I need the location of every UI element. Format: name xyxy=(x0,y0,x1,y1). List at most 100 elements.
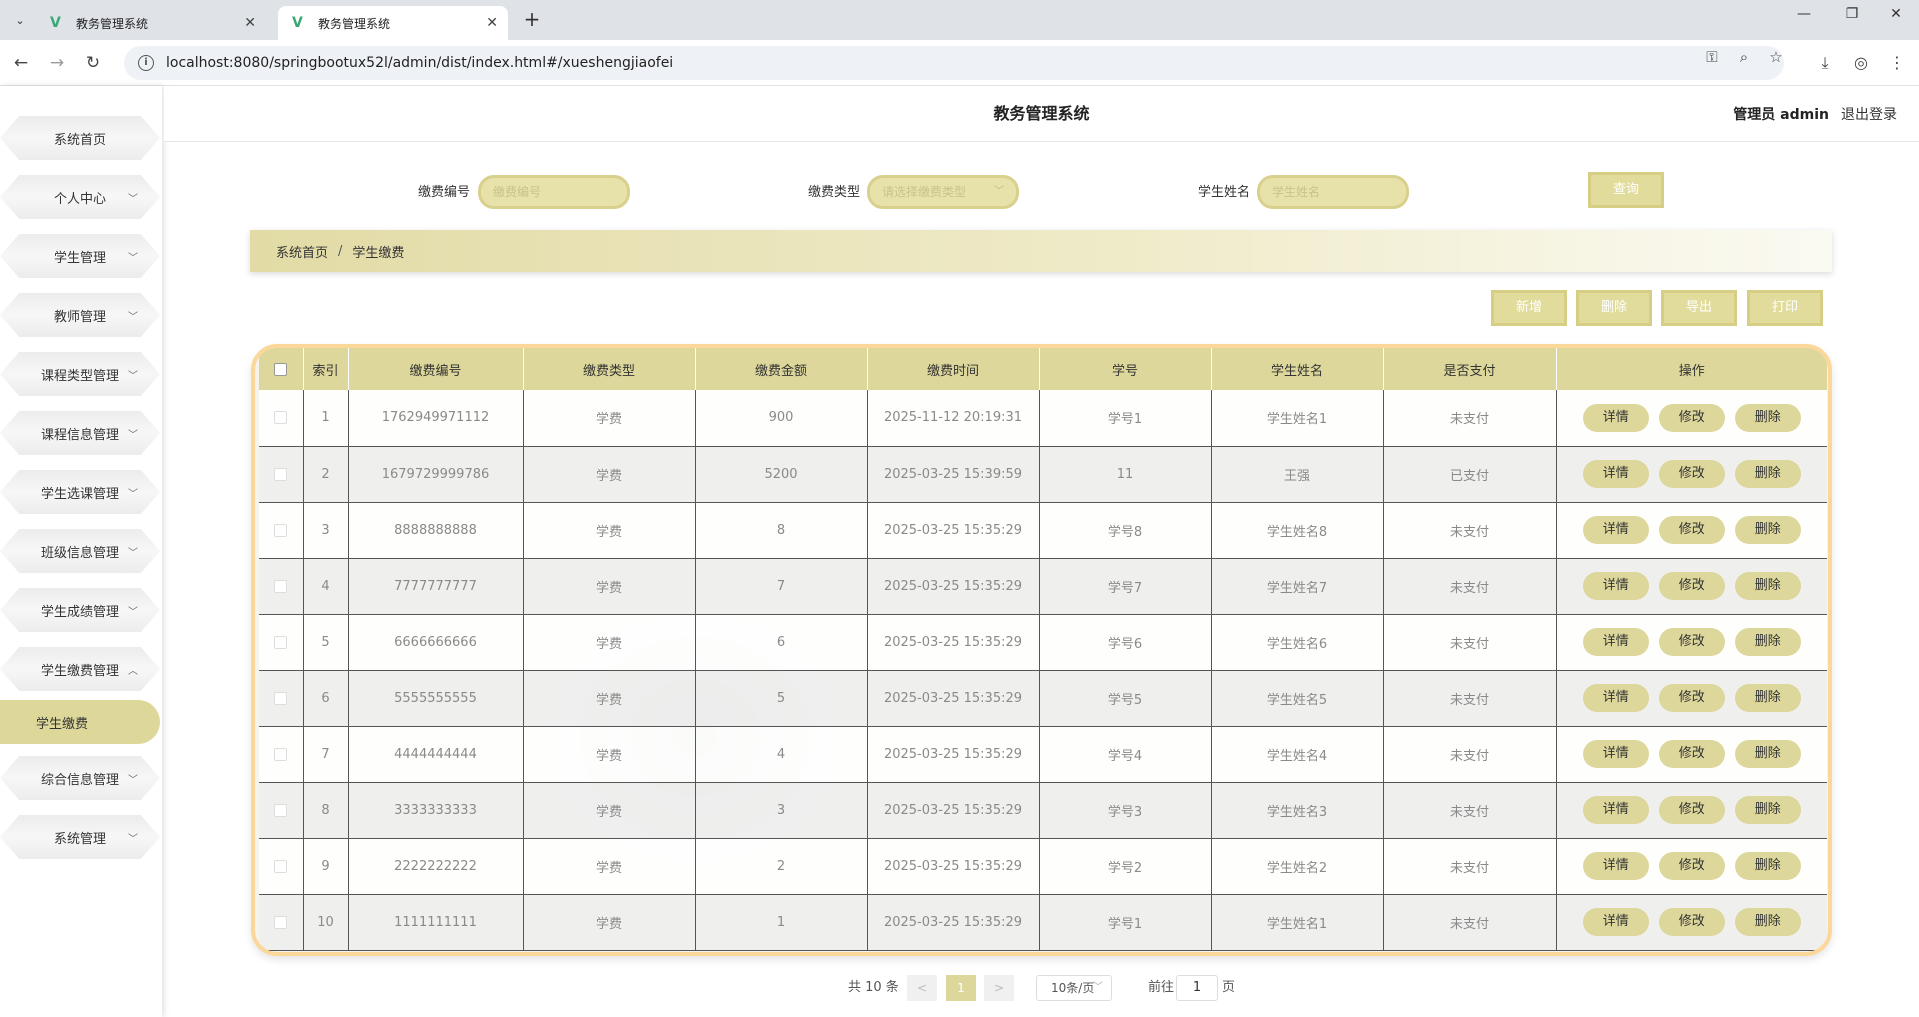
row-select-cell[interactable] xyxy=(259,782,304,839)
reload-icon[interactable]: ↻ xyxy=(80,50,106,76)
prev-page-button[interactable]: < xyxy=(907,975,937,1001)
row-select-cell[interactable] xyxy=(259,390,304,447)
select-all-cell[interactable] xyxy=(259,348,304,390)
delete-button[interactable]: 删除 xyxy=(1734,908,1801,936)
row-select-cell[interactable] xyxy=(259,446,304,503)
close-tab-icon[interactable]: ✕ xyxy=(486,15,498,31)
edit-button[interactable]: 修改 xyxy=(1658,516,1725,544)
detail-button[interactable]: 详情 xyxy=(1582,740,1649,768)
delete-button[interactable]: 删除 xyxy=(1734,740,1801,768)
row-select-cell[interactable] xyxy=(259,726,304,783)
sidebar-item-students[interactable]: 学生管理 ﹀ xyxy=(0,234,160,278)
logout-link[interactable]: 退出登录 xyxy=(1841,104,1897,124)
fee-no-input[interactable]: 缴费编号 xyxy=(478,175,630,209)
close-window-icon[interactable]: ✕ xyxy=(1876,6,1916,22)
row-checkbox[interactable] xyxy=(274,411,288,425)
download-icon[interactable]: ⤓ xyxy=(1812,50,1838,76)
page-size-select[interactable]: 10条/页 ﹀ xyxy=(1036,975,1112,1001)
query-button[interactable]: 查询 xyxy=(1588,172,1664,208)
sidebar-item-home[interactable]: 系统首页 xyxy=(0,116,160,160)
sidebar-item-course-selection[interactable]: 学生选课管理 ﹀ xyxy=(0,470,160,514)
browser-tab-2[interactable]: V 教务管理系统 ✕ xyxy=(278,6,508,40)
browser-tab-1[interactable]: V 教务管理系统 ✕ xyxy=(36,6,266,40)
delete-button[interactable]: 删除 xyxy=(1734,852,1801,880)
select-all-checkbox[interactable] xyxy=(274,362,288,376)
edit-button[interactable]: 修改 xyxy=(1658,740,1725,768)
detail-button[interactable]: 详情 xyxy=(1582,852,1649,880)
batch-delete-button[interactable]: 删除 xyxy=(1576,290,1652,326)
row-checkbox[interactable] xyxy=(274,915,288,929)
row-checkbox[interactable] xyxy=(274,803,288,817)
new-tab-icon[interactable]: + xyxy=(520,8,544,32)
breadcrumb-home[interactable]: 系统首页 xyxy=(276,242,328,261)
row-select-cell[interactable] xyxy=(259,894,304,951)
delete-button[interactable]: 删除 xyxy=(1734,628,1801,656)
detail-button[interactable]: 详情 xyxy=(1582,684,1649,712)
row-select-cell[interactable] xyxy=(259,838,304,895)
sidebar-item-classes[interactable]: 班级信息管理 ﹀ xyxy=(0,529,160,573)
bookmark-star-icon[interactable]: ☆ xyxy=(1764,46,1788,68)
edit-button[interactable]: 修改 xyxy=(1658,852,1725,880)
edit-button[interactable]: 修改 xyxy=(1658,572,1725,600)
sidebar-item-personal-center[interactable]: 个人中心 ﹀ xyxy=(0,175,160,219)
edit-button[interactable]: 修改 xyxy=(1658,684,1725,712)
add-button[interactable]: 新增 xyxy=(1491,290,1567,326)
detail-button[interactable]: 详情 xyxy=(1582,403,1649,432)
row-checkbox[interactable] xyxy=(274,691,288,705)
sidebar-item-course-types[interactable]: 课程类型管理 ﹀ xyxy=(0,352,160,396)
row-select-cell[interactable] xyxy=(259,558,304,615)
fee-type-select[interactable]: 请选择缴费类型 ﹀ xyxy=(867,175,1019,209)
row-checkbox[interactable] xyxy=(274,523,288,537)
sidebar-item-system[interactable]: 系统管理 ﹀ xyxy=(0,815,160,859)
print-button[interactable]: 打印 xyxy=(1747,290,1823,326)
row-select-cell[interactable] xyxy=(259,502,304,559)
delete-button[interactable]: 删除 xyxy=(1734,516,1801,544)
tab-search-icon[interactable]: ⌄ xyxy=(8,8,32,32)
menu-kebab-icon[interactable]: ⋮ xyxy=(1884,50,1910,76)
delete-button[interactable]: 删除 xyxy=(1734,572,1801,600)
row-checkbox[interactable] xyxy=(274,635,288,649)
edit-button[interactable]: 修改 xyxy=(1658,460,1725,488)
row-select-cell[interactable] xyxy=(259,670,304,727)
profile-icon[interactable]: ◎ xyxy=(1848,50,1874,76)
delete-button[interactable]: 删除 xyxy=(1734,403,1801,432)
delete-button[interactable]: 删除 xyxy=(1734,684,1801,712)
student-name-input[interactable]: 学生姓名 xyxy=(1257,175,1409,209)
forward-icon[interactable]: → xyxy=(44,50,70,76)
delete-button[interactable]: 删除 xyxy=(1734,460,1801,488)
detail-button[interactable]: 详情 xyxy=(1582,796,1649,824)
row-checkbox[interactable] xyxy=(274,579,288,593)
sidebar-item-teachers[interactable]: 教师管理 ﹀ xyxy=(0,293,160,337)
export-button[interactable]: 导出 xyxy=(1661,290,1737,326)
detail-button[interactable]: 详情 xyxy=(1582,572,1649,600)
row-select-cell[interactable] xyxy=(259,614,304,671)
address-bar[interactable]: i localhost:8080/springbootux52l/admin/d… xyxy=(124,46,1784,80)
detail-button[interactable]: 详情 xyxy=(1582,516,1649,544)
edit-button[interactable]: 修改 xyxy=(1658,403,1725,432)
edit-button[interactable]: 修改 xyxy=(1658,628,1725,656)
site-info-icon[interactable]: i xyxy=(138,55,154,71)
sidebar-item-fee-management[interactable]: 学生缴费管理 ︿ xyxy=(0,647,160,691)
sidebar-item-grades[interactable]: 学生成绩管理 ﹀ xyxy=(0,588,160,632)
close-tab-icon[interactable]: ✕ xyxy=(244,15,256,31)
sidebar-item-course-info[interactable]: 课程信息管理 ﹀ xyxy=(0,411,160,455)
next-page-button[interactable]: > xyxy=(984,975,1014,1001)
row-checkbox[interactable] xyxy=(274,467,288,481)
password-key-icon[interactable]: ⚿ xyxy=(1700,46,1724,68)
edit-button[interactable]: 修改 xyxy=(1658,908,1725,936)
restore-icon[interactable]: ❐ xyxy=(1832,6,1872,22)
minimize-icon[interactable]: — xyxy=(1784,6,1824,22)
detail-button[interactable]: 详情 xyxy=(1582,628,1649,656)
row-checkbox[interactable] xyxy=(274,859,288,873)
sidebar-item-student-fees[interactable]: 学生缴费 xyxy=(0,700,160,744)
goto-page-input[interactable]: 1 xyxy=(1176,975,1218,1001)
back-icon[interactable]: ← xyxy=(8,50,34,76)
delete-button[interactable]: 删除 xyxy=(1734,796,1801,824)
zoom-icon[interactable]: ⌕ xyxy=(1732,46,1756,68)
detail-button[interactable]: 详情 xyxy=(1582,908,1649,936)
row-checkbox[interactable] xyxy=(274,747,288,761)
page-1-button[interactable]: 1 xyxy=(946,975,976,1001)
sidebar-item-general-info[interactable]: 综合信息管理 ﹀ xyxy=(0,756,160,800)
detail-button[interactable]: 详情 xyxy=(1582,460,1649,488)
edit-button[interactable]: 修改 xyxy=(1658,796,1725,824)
